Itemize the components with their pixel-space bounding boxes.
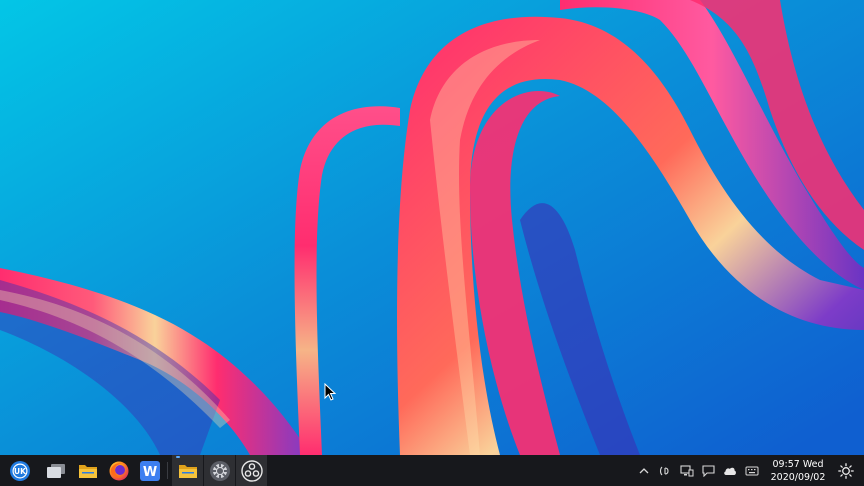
taskbar-app-file-manager-running[interactable] [172,455,203,486]
taskbar-app-wps-writer[interactable]: W [134,455,165,486]
clock-date: 2020/09/02 [770,471,826,483]
running-indicator [176,456,180,458]
tray-input-method[interactable] [655,455,675,486]
theme-toggle-button[interactable] [834,455,858,486]
chevron-up-icon [639,467,649,473]
tray-keyboard[interactable] [742,455,762,486]
multitasking-view-icon [46,463,65,478]
clock-time-day: 09:57 Wed [772,458,824,470]
taskbar-app-firefox[interactable] [103,455,134,486]
arrow-cursor-icon [324,383,336,401]
taskbar-app-file-manager[interactable] [72,455,103,486]
notification-icon [701,464,715,477]
cloud-icon [724,467,736,475]
obs-studio-icon [240,459,263,482]
start-button-label: UK [14,467,27,476]
input-method-icon [659,466,669,475]
tray-cloud-sync[interactable] [720,455,740,486]
tray-notifications[interactable] [698,455,718,486]
desktop[interactable] [0,0,864,455]
taskbar-separator [167,462,168,479]
keyboard-icon [745,466,759,475]
settings-gear-icon [209,460,230,481]
start-menu-icon: UK [9,460,30,481]
taskbar-app-multitasking-view[interactable] [40,455,71,486]
taskbar-app-settings[interactable] [204,455,235,486]
folder-icon [178,465,197,478]
network-icon [680,464,694,476]
taskbar-clock[interactable]: 09:57 Wed 2020/09/02 [766,455,830,486]
tray-show-hidden-icons[interactable] [634,455,654,486]
desktop-wallpaper [0,0,864,455]
sun-icon [838,462,854,479]
folder-icon [78,465,97,478]
taskbar-app-obs-studio[interactable] [236,455,267,486]
taskbar: UK W 09:57 Wed 2020/09/02 [0,455,864,486]
wps-writer-label: W [142,465,156,480]
tray-network[interactable] [677,455,697,486]
start-button[interactable]: UK [4,455,35,486]
firefox-icon [109,461,128,480]
wps-writer-icon: W [139,460,160,481]
